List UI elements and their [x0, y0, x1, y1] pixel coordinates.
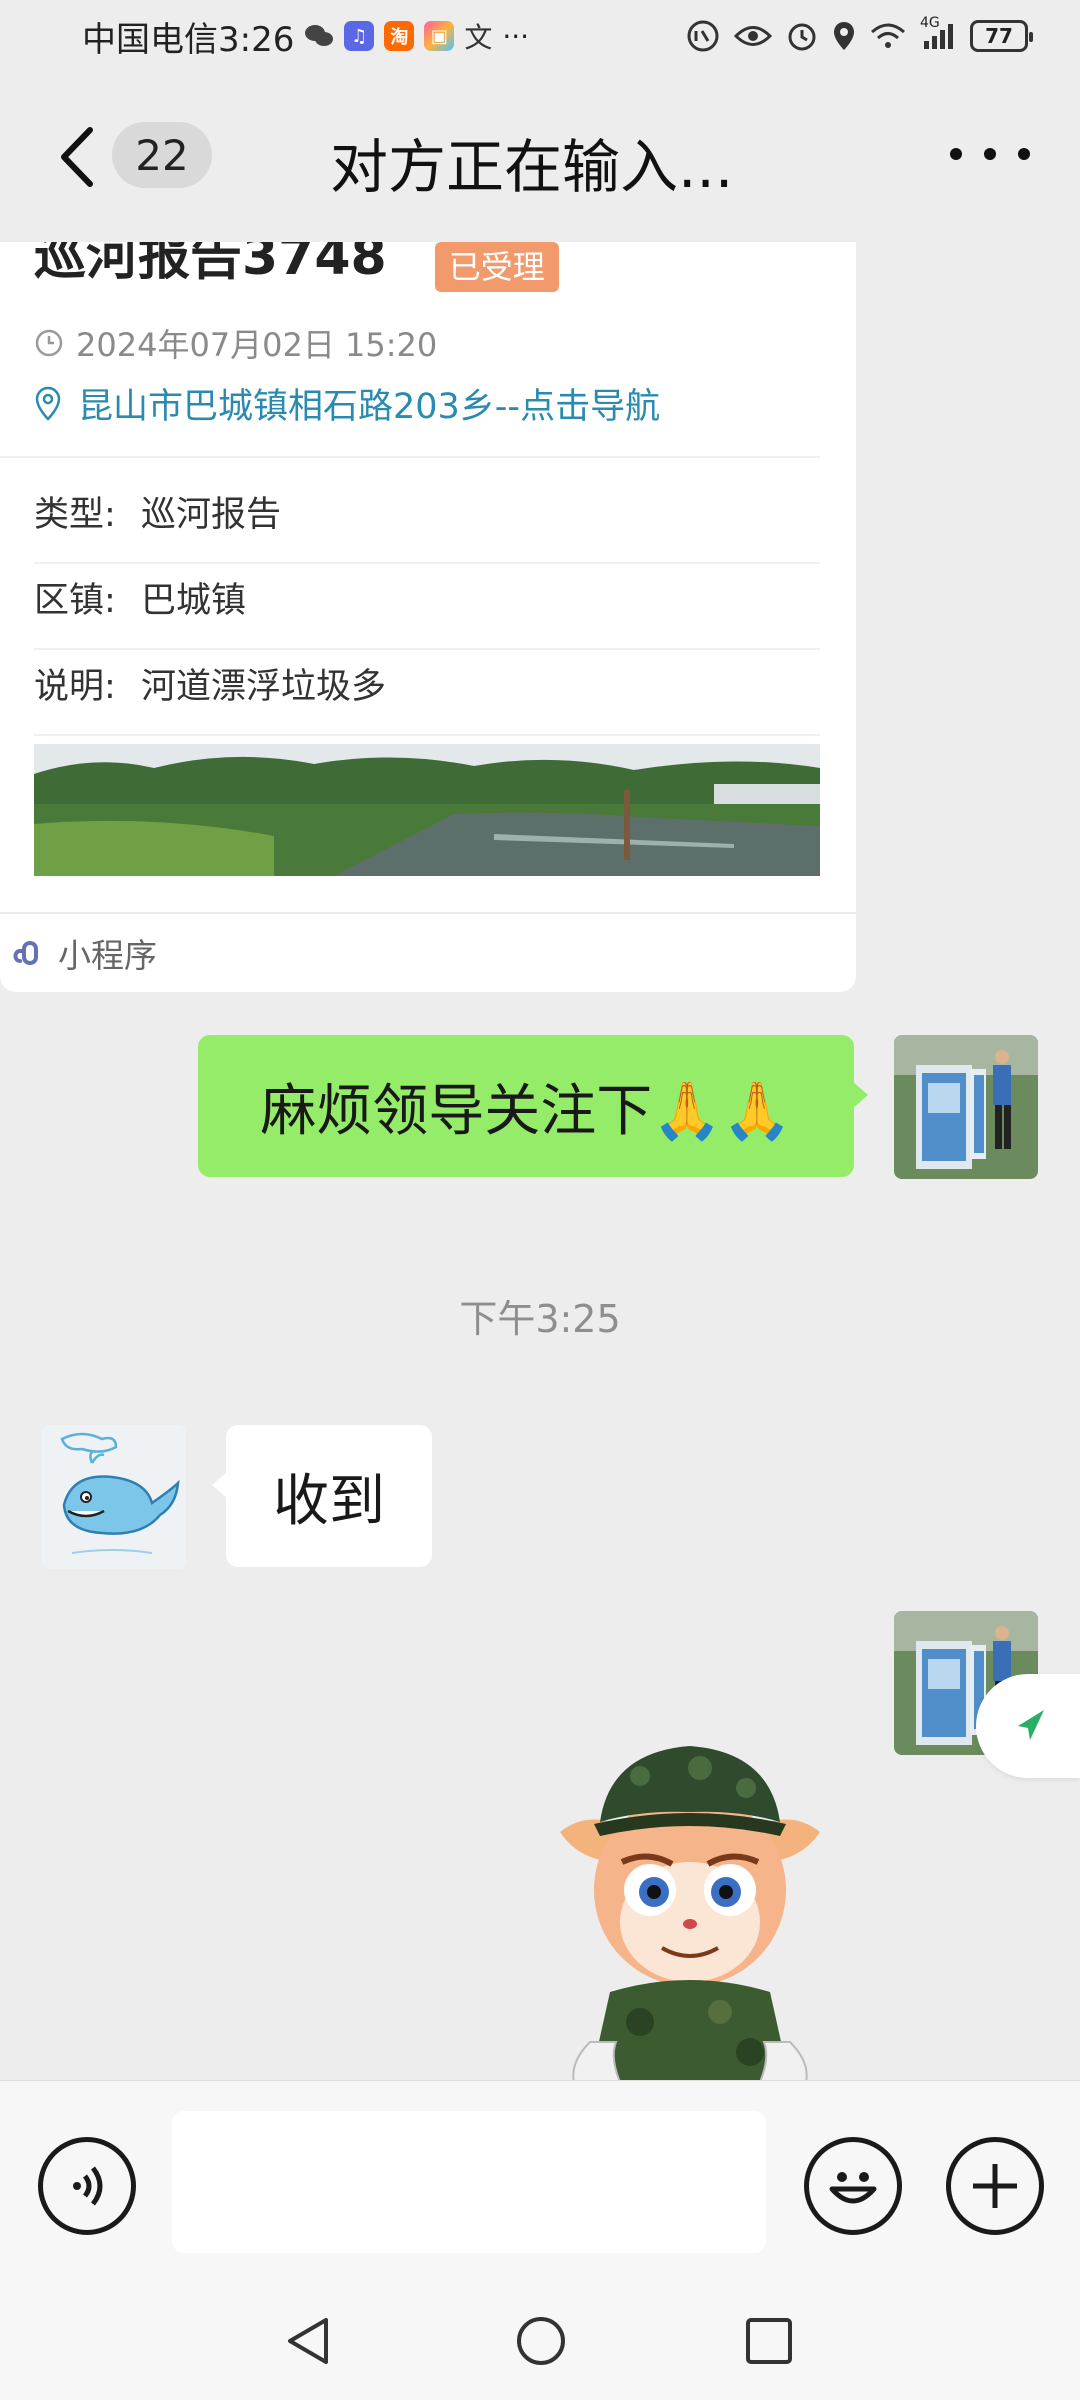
voice-input-button[interactable] [38, 2137, 136, 2235]
incoming-message-bubble[interactable]: 收到 [212, 1425, 432, 1567]
system-back-button[interactable] [274, 2306, 344, 2376]
eye-comfort-icon [734, 23, 772, 49]
field-label: 区镇: [34, 581, 116, 621]
hd-call-icon [686, 19, 720, 53]
smiley-icon [829, 2172, 877, 2204]
unread-count-badge[interactable]: 22 [112, 122, 212, 188]
voice-icon [73, 2166, 103, 2206]
emoji-button[interactable] [804, 2137, 902, 2235]
avatar[interactable] [42, 1425, 186, 1569]
status-right: 4G 77 [686, 15, 1033, 53]
divider [34, 648, 820, 650]
card-location-text: 昆山市巴城镇相石路203乡--点击导航 [78, 387, 661, 427]
mini-program-card[interactable]: 巡河报告3748 已受理 2024年07月02日 15:20 昆山市巴城镇相石路… [0, 242, 856, 992]
page-title: 对方正在输入... [330, 133, 734, 201]
network-type: 4G [920, 15, 940, 31]
location-icon [832, 20, 856, 52]
river-photo[interactable] [34, 744, 820, 876]
divider [0, 456, 820, 458]
status-badge: 已受理 [434, 242, 559, 292]
triangle-back-icon [288, 2318, 328, 2364]
translate-app-icon: 文 [464, 21, 493, 54]
status-left: 中国电信3:26 ♫ 淘 ▣ 文 ··· [82, 12, 529, 61]
battery-icon: 77 [970, 20, 1033, 52]
wechat-icon [304, 23, 334, 49]
deer-soldier-sticker [560, 1746, 820, 2080]
clock-icon [35, 329, 63, 357]
mini-program-footer: 小程序 [0, 912, 856, 992]
card-title: 巡河报告3748 [34, 242, 387, 287]
card-time: 2024年07月02日 15:20 [34, 320, 437, 366]
self-avatar-image [894, 1035, 1038, 1179]
outgoing-message-bubble[interactable]: 麻烦领导关注下🙏🙏 [198, 1035, 868, 1177]
card-title-row: 巡河报告3748 已受理 [34, 242, 559, 292]
card-field-district: 区镇: 巴城镇 [34, 572, 246, 623]
jump-to-latest-button[interactable] [976, 1674, 1080, 1778]
carrier-time: 中国电信3:26 [82, 19, 295, 60]
dot-icon [950, 148, 962, 160]
message-text: 收到 [273, 1468, 385, 1534]
card-field-description: 说明: 河道漂浮垃圾多 [34, 658, 386, 709]
dot-icon [1018, 148, 1030, 160]
field-label: 说明: [34, 667, 116, 707]
system-navigation-bar [0, 2280, 1080, 2400]
dot-icon [984, 148, 996, 160]
status-bar: 中国电信3:26 ♫ 淘 ▣ 文 ··· 4G 77 [0, 0, 1080, 72]
wifi-icon [870, 22, 906, 50]
app-store-icon: ▣ [424, 21, 455, 51]
divider [34, 734, 820, 736]
more-functions-button[interactable] [946, 2137, 1044, 2235]
music-app-icon: ♫ [344, 21, 375, 51]
chevron-left-icon [61, 127, 93, 187]
square-recents-icon [746, 2318, 792, 2364]
taobao-app-icon: 淘 [384, 21, 415, 51]
chat-area[interactable]: 巡河报告3748 已受理 2024年07月02日 15:20 昆山市巴城镇相石路… [0, 242, 1080, 2080]
more-notifications-icon: ··· [502, 19, 530, 53]
navigation-arrow-icon [1018, 1710, 1044, 1740]
field-value: 巡河报告 [140, 495, 281, 535]
message-text: 麻烦领导关注下🙏🙏 [260, 1078, 792, 1144]
field-label: 类型: [34, 495, 116, 535]
sticker-message[interactable] [550, 1712, 830, 2080]
card-field-type: 类型: 巡河报告 [34, 486, 281, 537]
system-home-button[interactable] [506, 2306, 576, 2376]
input-bar [0, 2080, 1080, 2280]
chat-header: 22 对方正在输入... [0, 72, 1080, 242]
back-button[interactable] [50, 122, 110, 192]
card-time-text: 2024年07月02日 15:20 [76, 326, 438, 364]
river-photo-image [34, 744, 820, 876]
message-timestamp: 下午3:25 [459, 1297, 621, 1341]
message-input[interactable] [172, 2111, 766, 2253]
system-recents-button[interactable] [734, 2306, 804, 2376]
mini-program-label: 小程序 [58, 936, 157, 975]
location-pin-icon [35, 386, 61, 421]
more-options-button[interactable] [950, 134, 1030, 174]
circle-home-icon [517, 2317, 565, 2365]
field-value: 巴城镇 [140, 581, 246, 621]
mini-program-icon [13, 941, 38, 965]
card-location-link[interactable]: 昆山市巴城镇相石路203乡--点击导航 [34, 378, 660, 429]
plus-icon [973, 2164, 1017, 2208]
avatar[interactable] [894, 1035, 1038, 1179]
signal-icon: 4G [920, 15, 956, 51]
field-value: 河道漂浮垃圾多 [140, 667, 386, 707]
contact-avatar-image [42, 1425, 186, 1569]
divider [34, 562, 820, 564]
alarm-icon [786, 20, 818, 52]
